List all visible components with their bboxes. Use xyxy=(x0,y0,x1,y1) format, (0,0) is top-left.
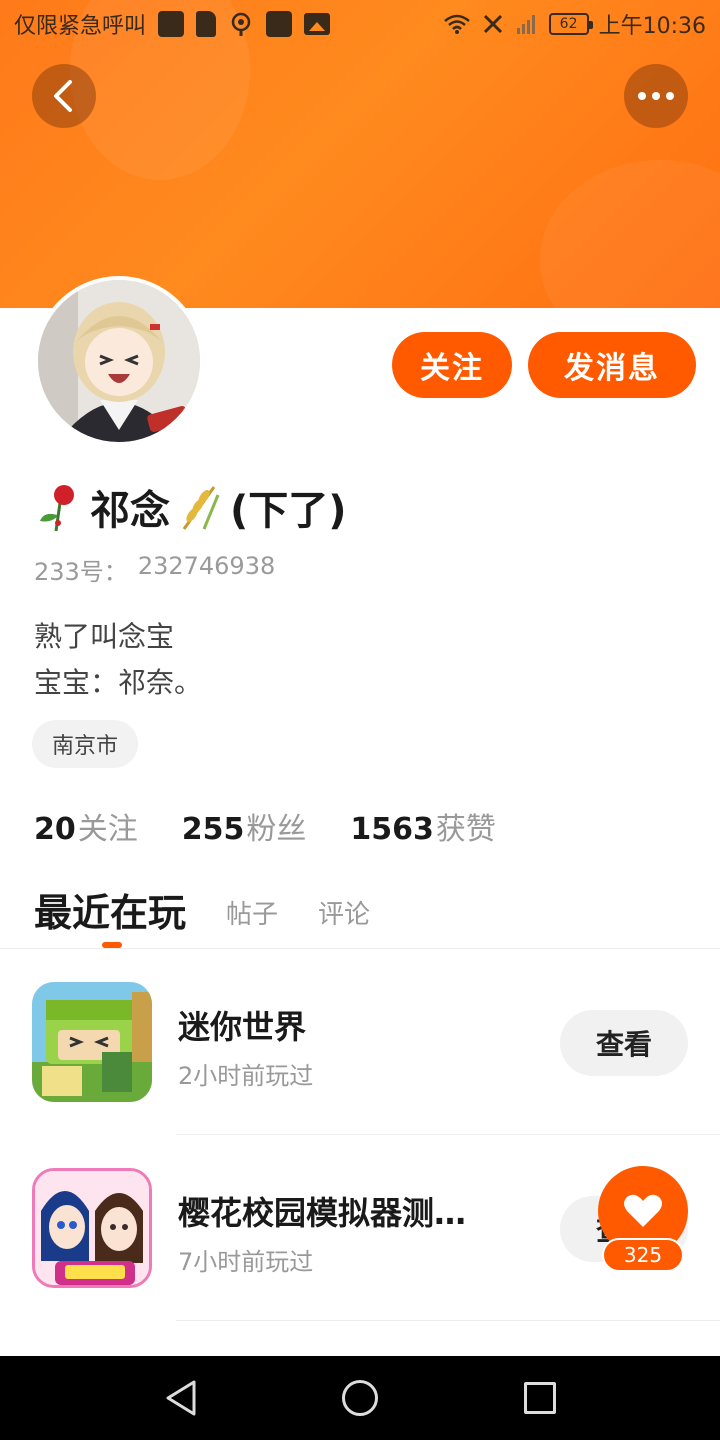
divider xyxy=(176,1134,720,1135)
chevron-left-icon xyxy=(54,80,72,112)
image-icon xyxy=(304,13,331,35)
stat-followers[interactable]: 255 粉丝 xyxy=(182,804,307,848)
user-id: 233号： 232746938 xyxy=(34,552,275,587)
tab-comments[interactable]: 评论 xyxy=(318,894,370,937)
game-last-played: 7小时前玩过 xyxy=(178,1248,314,1276)
wifi-icon xyxy=(443,14,470,34)
more-dots-icon xyxy=(638,92,674,100)
notification-icon xyxy=(158,11,185,37)
profile-name: 祁念 (下了) xyxy=(34,478,347,536)
rose-icon xyxy=(40,485,74,532)
like-count-badge: 325 xyxy=(602,1238,684,1272)
clock: 上午10:36 xyxy=(598,14,706,39)
view-game-button[interactable]: 查看 xyxy=(560,1010,688,1076)
game-icon xyxy=(32,982,152,1102)
battery-icon: 62 xyxy=(548,13,593,35)
avatar-image xyxy=(38,280,200,442)
avatar[interactable] xyxy=(34,276,204,446)
profile-stats: 20 关注 255 粉丝 1563 获赞 xyxy=(34,804,496,848)
bio: 熟了叫念宝 宝宝：祁奈。 xyxy=(34,614,202,706)
user-id-value: 232746938 xyxy=(137,552,276,580)
nav-back-icon[interactable] xyxy=(164,1378,198,1418)
send-message-button[interactable]: 发消息 xyxy=(528,332,696,398)
tab-recently-played[interactable]: 最近在玩 xyxy=(34,882,186,937)
stat-likes: 1563 获赞 xyxy=(350,804,496,848)
system-nav-bar xyxy=(0,1356,720,1440)
stat-number: 20 xyxy=(34,812,76,847)
profile-tabs: 最近在玩 帖子 评论 xyxy=(34,882,370,937)
game-title: 樱花校园模拟器测… xyxy=(178,1194,467,1232)
heart-icon xyxy=(624,1194,662,1227)
app-notification-icon xyxy=(266,11,293,37)
stat-label: 获赞 xyxy=(435,812,496,847)
stat-number: 1563 xyxy=(350,812,434,847)
signal-icon xyxy=(516,15,535,34)
game-title: 迷你世界 xyxy=(178,1008,307,1046)
stat-following[interactable]: 20 关注 xyxy=(34,804,138,848)
stat-number: 255 xyxy=(181,812,245,847)
back-button[interactable] xyxy=(32,64,96,128)
follow-button[interactable]: 关注 xyxy=(392,332,512,398)
carrier-text: 仅限紧急呼叫 xyxy=(14,14,147,39)
username: 祁念 xyxy=(90,488,170,534)
stat-label: 关注 xyxy=(77,812,138,847)
wheat-icon xyxy=(182,486,220,530)
user-id-label: 233号： xyxy=(34,558,128,586)
divider xyxy=(0,948,720,949)
game-icon xyxy=(32,1168,152,1288)
stat-label: 粉丝 xyxy=(246,812,307,847)
banner-decoration xyxy=(540,160,720,308)
list-item[interactable]: 迷你世界 2小时前玩过 查看 xyxy=(0,950,720,1134)
mini-world-icon xyxy=(32,982,152,1102)
sd-card-icon xyxy=(196,11,217,37)
bio-line: 熟了叫念宝 xyxy=(34,620,175,653)
sakura-school-icon xyxy=(35,1171,149,1285)
no-call-icon xyxy=(483,14,502,34)
nav-home-icon[interactable] xyxy=(342,1380,378,1416)
nav-recents-icon[interactable] xyxy=(524,1382,556,1414)
game-last-played: 2小时前玩过 xyxy=(178,1062,314,1090)
more-button[interactable] xyxy=(624,64,688,128)
location-chip: 南京市 xyxy=(32,720,139,768)
status-bar: 仅限紧急呼叫 62 上午10:36 xyxy=(0,0,720,48)
tab-posts[interactable]: 帖子 xyxy=(226,894,278,937)
divider xyxy=(176,1320,720,1321)
hotspot-icon xyxy=(231,12,251,36)
username-suffix: (下了) xyxy=(230,488,347,534)
bio-line: 宝宝：祁奈。 xyxy=(34,666,203,699)
